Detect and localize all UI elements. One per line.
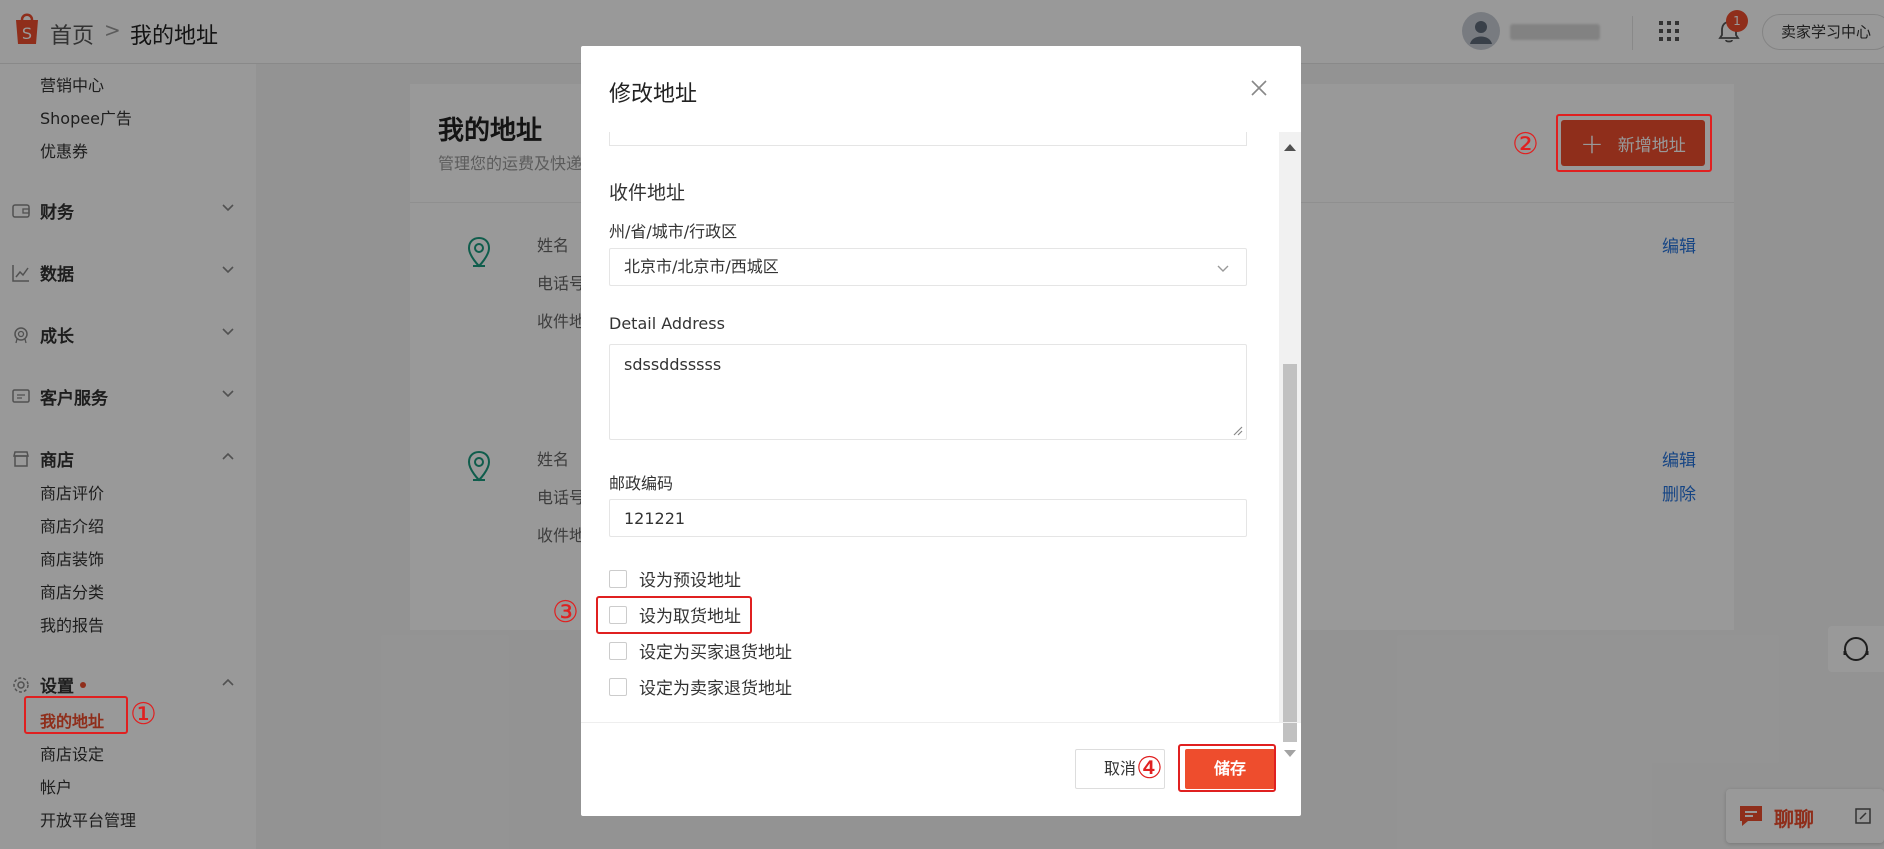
close-icon[interactable]: [1249, 78, 1269, 98]
postal-code-label: 邮政编码: [609, 474, 674, 493]
region-value: 北京市/北京市/西城区: [624, 257, 779, 276]
resize-handle-icon[interactable]: [1231, 424, 1243, 436]
scroll-down-arrow-icon[interactable]: [1284, 750, 1296, 757]
divider: [581, 722, 1301, 723]
checkbox-label: 设定为卖家退货地址: [639, 679, 792, 699]
checkbox-label: 设定为买家退货地址: [639, 643, 792, 663]
scrollbar-thumb[interactable]: [1283, 364, 1297, 742]
postal-code-input[interactable]: [609, 499, 1247, 537]
detail-address-input[interactable]: sdssddsssss: [609, 344, 1247, 440]
annotation-number-3: ③: [552, 595, 579, 630]
section-title: 收件地址: [609, 182, 686, 204]
annotation-number-1: ①: [130, 697, 157, 732]
checkbox[interactable]: [609, 677, 627, 696]
region-select[interactable]: 北京市/北京市/西城区: [609, 248, 1247, 286]
chevron-down-icon: [1217, 265, 1229, 272]
checkbox-seller-return-address[interactable]: 设定为卖家退货地址: [609, 674, 792, 699]
modal-scrollbar[interactable]: [1279, 132, 1301, 757]
annotation-number-4: ④: [1136, 751, 1163, 786]
detail-address-value: sdssddsssss: [624, 355, 722, 374]
checkbox-default-address[interactable]: 设为预设地址: [609, 566, 741, 591]
previous-field-edge: [609, 132, 1247, 146]
detail-address-label: Detail Address: [609, 314, 725, 333]
scroll-up-arrow-icon[interactable]: [1284, 144, 1296, 151]
checkbox-buyer-return-address[interactable]: 设定为买家退货地址: [609, 638, 792, 663]
annotation-box-3: [596, 596, 752, 634]
modal-title: 修改地址: [609, 82, 698, 107]
edit-address-modal: 修改地址 收件地址 州/省/城市/行政区 北京市/北京市/西城区 Detail …: [581, 46, 1301, 816]
checkbox[interactable]: [609, 569, 627, 588]
checkbox-label: 设为预设地址: [639, 571, 741, 591]
region-label: 州/省/城市/行政区: [609, 222, 738, 241]
annotation-box-4: [1178, 744, 1276, 792]
checkbox[interactable]: [609, 641, 627, 660]
annotation-number-2: ②: [1512, 127, 1539, 162]
annotation-box-1: [24, 696, 128, 734]
annotation-box-2: [1556, 114, 1712, 172]
